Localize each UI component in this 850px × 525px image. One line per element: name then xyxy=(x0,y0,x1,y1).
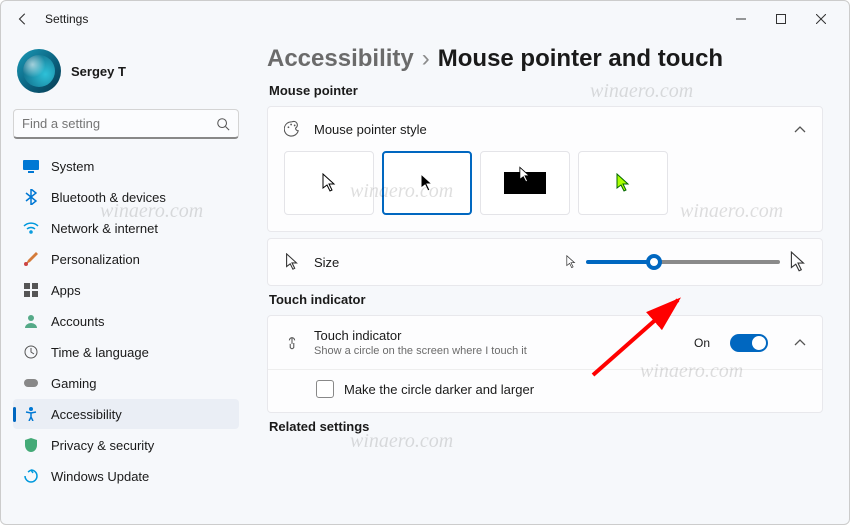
card-touch-indicator: Touch indicator Show a circle on the scr… xyxy=(267,315,823,413)
pointer-style-custom[interactable] xyxy=(578,151,668,215)
shield-icon xyxy=(23,437,39,453)
section-touch: Touch indicator xyxy=(269,292,823,307)
close-button[interactable] xyxy=(801,5,841,33)
avatar xyxy=(17,49,61,93)
breadcrumb-parent[interactable]: Accessibility xyxy=(267,45,414,73)
breadcrumb-sep: › xyxy=(422,45,430,73)
clock-icon xyxy=(23,344,39,360)
sidebar-item-label: Personalization xyxy=(51,252,140,267)
sidebar-item-label: Gaming xyxy=(51,376,97,391)
search-box[interactable] xyxy=(13,109,239,139)
cursor-large-icon xyxy=(790,251,806,273)
palette-icon xyxy=(284,121,300,137)
touch-toggle[interactable] xyxy=(730,334,768,352)
card-pointer-size: Size xyxy=(267,238,823,286)
page-title: Mouse pointer and touch xyxy=(438,45,723,73)
sidebar-item-label: System xyxy=(51,159,94,174)
breadcrumb: Accessibility › Mouse pointer and touch xyxy=(267,45,823,73)
sidebar-item-label: Apps xyxy=(51,283,81,298)
sidebar-item-accounts[interactable]: Accounts xyxy=(13,306,239,336)
sidebar-item-time[interactable]: Time & language xyxy=(13,337,239,367)
minimize-button[interactable] xyxy=(721,5,761,33)
window-title: Settings xyxy=(45,12,88,26)
sidebar-item-label: Windows Update xyxy=(51,469,149,484)
section-mouse-pointer: Mouse pointer xyxy=(269,83,823,98)
sidebar-item-label: Bluetooth & devices xyxy=(51,190,166,205)
slider-thumb[interactable] xyxy=(646,254,662,270)
sidebar-item-label: Accounts xyxy=(51,314,104,329)
sidebar-item-system[interactable]: System xyxy=(13,151,239,181)
darker-checkbox[interactable] xyxy=(316,380,334,398)
sidebar-item-privacy[interactable]: Privacy & security xyxy=(13,430,239,460)
size-slider[interactable] xyxy=(586,260,780,264)
cursor-icon xyxy=(284,254,300,270)
touch-row[interactable]: Touch indicator Show a circle on the scr… xyxy=(268,316,822,369)
pointer-style-white[interactable] xyxy=(284,151,374,215)
sidebar-item-label: Privacy & security xyxy=(51,438,154,453)
accessibility-icon xyxy=(23,406,39,422)
chevron-up-icon xyxy=(794,122,806,137)
card-header-style[interactable]: Mouse pointer style xyxy=(268,107,822,151)
bluetooth-icon xyxy=(23,189,39,205)
pointer-style-inverted[interactable] xyxy=(480,151,570,215)
sidebar-item-personalization[interactable]: Personalization xyxy=(13,244,239,274)
back-button[interactable] xyxy=(9,5,37,33)
touch-icon xyxy=(284,335,300,351)
cursor-small-icon xyxy=(566,255,576,269)
display-icon xyxy=(23,158,39,174)
pointer-style-black[interactable] xyxy=(382,151,472,215)
size-label: Size xyxy=(314,255,339,270)
section-related: Related settings xyxy=(269,419,823,434)
profile-name: Sergey T xyxy=(71,64,126,79)
person-icon xyxy=(23,313,39,329)
sidebar-item-bluetooth[interactable]: Bluetooth & devices xyxy=(13,182,239,212)
touch-sub: Show a circle on the screen where I touc… xyxy=(314,345,680,357)
sidebar-item-label: Accessibility xyxy=(51,407,122,422)
content: Accessibility › Mouse pointer and touch … xyxy=(251,37,849,524)
profile[interactable]: Sergey T xyxy=(13,45,239,105)
touch-title: Touch indicator xyxy=(314,328,680,343)
sidebar-item-label: Time & language xyxy=(51,345,149,360)
sidebar-item-gaming[interactable]: Gaming xyxy=(13,368,239,398)
search-icon xyxy=(216,117,230,131)
darker-label: Make the circle darker and larger xyxy=(344,382,534,397)
titlebar: Settings xyxy=(1,1,849,37)
toggle-state: On xyxy=(694,336,710,350)
gamepad-icon xyxy=(23,375,39,391)
chevron-up-icon xyxy=(794,335,806,350)
sidebar-item-label: Network & internet xyxy=(51,221,158,236)
card-pointer-style: Mouse pointer style xyxy=(267,106,823,232)
sidebar: Sergey T System Bluetooth & devices Netw… xyxy=(1,37,251,524)
sidebar-item-accessibility[interactable]: Accessibility xyxy=(13,399,239,429)
sidebar-item-update[interactable]: Windows Update xyxy=(13,461,239,491)
apps-icon xyxy=(23,282,39,298)
search-input[interactable] xyxy=(22,116,216,131)
sidebar-item-apps[interactable]: Apps xyxy=(13,275,239,305)
card-title: Mouse pointer style xyxy=(314,122,427,137)
update-icon xyxy=(23,468,39,484)
sidebar-item-network[interactable]: Network & internet xyxy=(13,213,239,243)
brush-icon xyxy=(23,251,39,267)
touch-sub-option[interactable]: Make the circle darker and larger xyxy=(268,369,822,412)
wifi-icon xyxy=(23,220,39,236)
maximize-button[interactable] xyxy=(761,5,801,33)
